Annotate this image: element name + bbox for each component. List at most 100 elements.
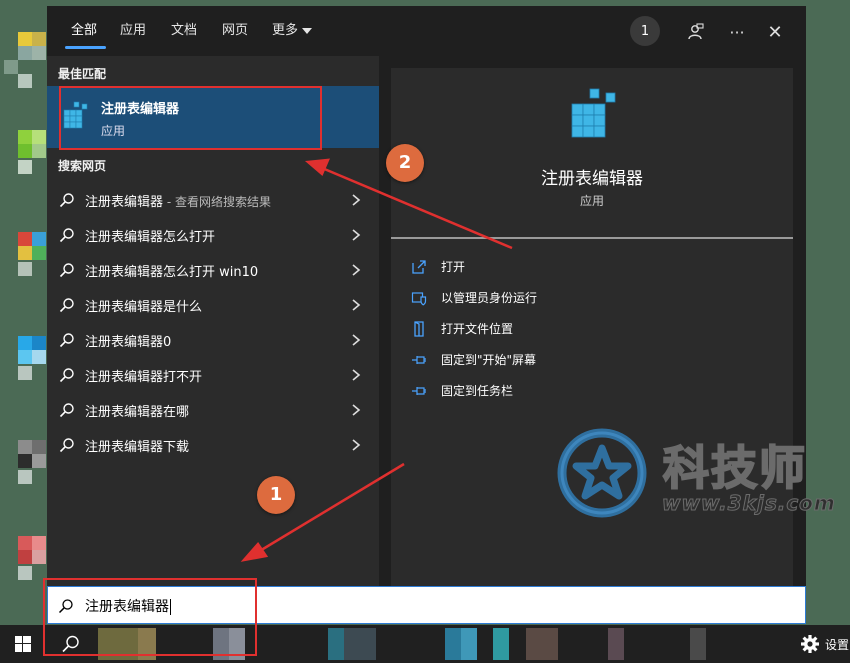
windows-logo-icon xyxy=(15,636,31,652)
web-result-text: 注册表编辑器0 xyxy=(85,335,172,350)
web-result-item[interactable]: 注册表编辑器怎么打开 win10 xyxy=(47,253,379,288)
best-match-subtitle: 应用 xyxy=(101,124,126,138)
web-result-item[interactable]: 注册表编辑器下载 xyxy=(47,428,379,463)
web-search-results: 注册表编辑器 - 查看网络搜索结果 注册表编辑器怎么打开 注册表编辑器怎么打开 … xyxy=(47,183,379,463)
pin-icon xyxy=(412,387,426,395)
taskbar-app[interactable] xyxy=(328,628,344,660)
taskbar-search-button[interactable] xyxy=(50,625,90,663)
search-filter-bar: 全部 应用 文档 网页 更多 1 ··· ✕ xyxy=(47,6,806,56)
feedback-icon xyxy=(688,23,704,40)
watermark-url: www.3kjs.com xyxy=(662,491,836,516)
chevron-right-icon xyxy=(352,194,361,206)
web-result-text: 注册表编辑器怎么打开 xyxy=(85,230,216,245)
action-open-file-location-label: 打开文件位置 xyxy=(441,322,514,336)
taskbar-app[interactable] xyxy=(461,628,477,660)
detail-header: 注册表编辑器 应用 xyxy=(391,68,793,238)
web-result-text: 注册表编辑器下载 xyxy=(85,440,190,455)
tab-documents[interactable]: 文档 xyxy=(171,20,197,42)
action-run-as-admin[interactable]: 以管理员身份运行 xyxy=(411,287,711,318)
search-icon xyxy=(59,438,74,453)
action-open-label: 打开 xyxy=(441,260,466,274)
web-result-text: 注册表编辑器打不开 xyxy=(85,370,203,385)
tab-apps[interactable]: 应用 xyxy=(120,20,146,42)
search-query-text: 注册表编辑器 xyxy=(85,599,169,615)
web-result-text: 注册表编辑器 - 查看网络搜索结果 xyxy=(85,191,271,210)
web-result-query: 注册表编辑器 xyxy=(85,195,164,210)
web-result-item[interactable]: 注册表编辑器是什么 xyxy=(47,288,379,323)
registry-editor-icon xyxy=(63,101,88,129)
search-icon xyxy=(59,193,74,208)
action-run-as-admin-label: 以管理员身份运行 xyxy=(441,291,538,305)
detail-title: 注册表编辑器 xyxy=(541,169,643,189)
shield-icon xyxy=(411,292,427,306)
results-list: 最佳匹配 注册表编辑器 应用 搜索网页 注册表编辑器 - 查看网络搜索结果 注册… xyxy=(47,56,379,586)
taskbar-app[interactable] xyxy=(138,628,156,660)
search-icon xyxy=(58,599,73,614)
chevron-right-icon xyxy=(352,439,361,451)
text-cursor xyxy=(170,599,171,615)
taskbar-app[interactable] xyxy=(608,628,624,660)
best-match-result[interactable]: 注册表编辑器 应用 xyxy=(47,86,379,148)
search-icon xyxy=(59,333,74,348)
close-button[interactable]: ✕ xyxy=(761,18,789,46)
registry-editor-icon xyxy=(571,88,616,138)
pin-icon xyxy=(412,356,426,364)
folder-icon xyxy=(414,321,424,337)
search-input-value: 注册表编辑器 xyxy=(85,596,171,616)
tab-web[interactable]: 网页 xyxy=(222,20,248,42)
search-input[interactable]: 注册表编辑器 xyxy=(47,586,806,624)
open-icon xyxy=(412,260,426,274)
taskbar-app[interactable] xyxy=(526,628,558,660)
watermark-text: 科技师 xyxy=(662,440,807,496)
web-result-hint: - 查看网络搜索结果 xyxy=(163,195,271,209)
web-result-item[interactable]: 注册表编辑器0 xyxy=(47,323,379,358)
web-result-item[interactable]: 注册表编辑器 - 查看网络搜索结果 xyxy=(47,183,379,218)
desktop-icons xyxy=(0,0,48,625)
taskbar-app[interactable] xyxy=(690,628,706,660)
web-result-text: 注册表编辑器在哪 xyxy=(85,405,190,420)
action-open-file-location[interactable]: 打开文件位置 xyxy=(411,318,711,349)
chevron-right-icon xyxy=(352,334,361,346)
annotation-step-1: 1 xyxy=(257,476,295,514)
search-icon xyxy=(62,635,79,653)
taskbar-app[interactable] xyxy=(213,628,229,660)
ellipsis-icon: ··· xyxy=(729,22,745,42)
search-icon xyxy=(59,228,74,243)
tab-all[interactable]: 全部 xyxy=(71,20,97,42)
action-pin-to-start[interactable]: 固定到"开始"屏幕 xyxy=(411,349,711,380)
action-pin-to-taskbar-label: 固定到任务栏 xyxy=(441,384,514,398)
web-result-item[interactable]: 注册表编辑器打不开 xyxy=(47,358,379,393)
chevron-right-icon xyxy=(352,299,361,311)
web-search-label: 搜索网页 xyxy=(58,159,107,173)
detail-subtitle: 应用 xyxy=(579,194,604,208)
tab-more[interactable]: 更多 xyxy=(272,20,313,42)
start-button[interactable] xyxy=(0,625,47,663)
taskbar-app[interactable] xyxy=(344,628,376,660)
tab-more-label: 更多 xyxy=(272,23,299,38)
detail-actions: 打开 以管理员身份运行 打开文件位置 固定到"开始"屏幕 固定到任务栏 xyxy=(411,256,711,411)
action-pin-to-start-label: 固定到"开始"屏幕 xyxy=(441,353,537,367)
chevron-right-icon xyxy=(352,369,361,381)
more-options-button[interactable]: ··· xyxy=(723,18,751,46)
settings-label: 设置 xyxy=(825,638,850,652)
annotation-step-2: 2 xyxy=(386,144,424,182)
chevron-right-icon xyxy=(352,404,361,416)
web-result-item[interactable]: 注册表编辑器在哪 xyxy=(47,393,379,428)
action-open[interactable]: 打开 xyxy=(411,256,711,287)
search-icon xyxy=(59,263,74,278)
feedback-button[interactable] xyxy=(681,18,709,46)
web-result-item[interactable]: 注册表编辑器怎么打开 xyxy=(47,218,379,253)
taskbar-app[interactable] xyxy=(445,628,461,660)
active-tab-indicator xyxy=(65,46,106,49)
chevron-down-icon xyxy=(302,27,313,34)
taskbar-app[interactable] xyxy=(98,628,138,660)
settings-button[interactable]: 设置 xyxy=(797,625,850,663)
rewards-badge[interactable]: 1 xyxy=(630,16,660,46)
watermark-logo-icon xyxy=(557,428,647,518)
search-icon xyxy=(59,298,74,313)
search-icon xyxy=(59,368,74,383)
action-pin-to-taskbar[interactable]: 固定到任务栏 xyxy=(411,380,711,411)
web-result-text: 注册表编辑器怎么打开 win10 xyxy=(85,265,259,280)
taskbar-app[interactable] xyxy=(493,628,509,660)
taskbar-app[interactable] xyxy=(229,628,245,660)
